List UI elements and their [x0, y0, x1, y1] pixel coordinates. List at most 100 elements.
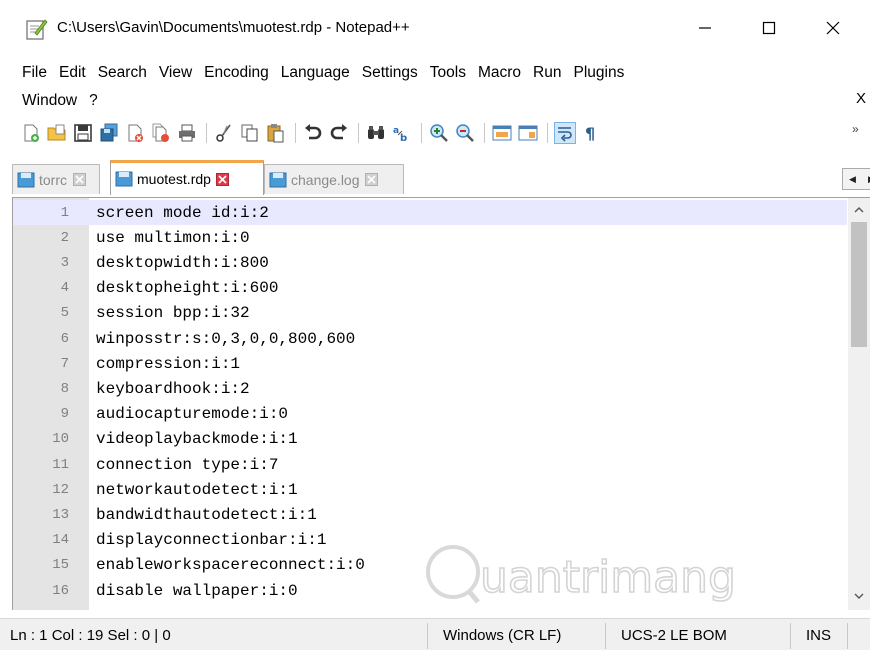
file-encoding[interactable]: UCS-2 LE BOM [621, 619, 727, 650]
line-text[interactable]: desktopwidth:i:800 [96, 254, 269, 272]
replace-icon: ab [393, 126, 407, 143]
zoom-in-button[interactable] [428, 122, 450, 144]
sync-scroll-horizontal-icon [518, 125, 538, 141]
menu-view[interactable]: View [153, 64, 198, 82]
menu-file[interactable]: File [0, 64, 53, 82]
sync-vertical-button[interactable] [491, 122, 513, 144]
save-button[interactable] [72, 122, 94, 144]
line-text[interactable]: displayconnectionbar:i:1 [96, 531, 326, 549]
menu-help[interactable]: ? [83, 92, 104, 110]
editor-line[interactable]: 13 bandwidthautodetect:i:1 [13, 502, 847, 527]
line-text[interactable]: compression:i:1 [96, 355, 240, 373]
line-text[interactable]: videoplaybackmode:i:1 [96, 430, 298, 448]
editor-line[interactable]: 9 audiocapturemode:i:0 [13, 402, 847, 427]
line-number: 11 [52, 456, 69, 473]
new-file-button[interactable] [20, 122, 42, 144]
tab-change-log[interactable]: change.log [264, 164, 404, 194]
menu-macro[interactable]: Macro [472, 64, 527, 82]
word-wrap-icon [558, 127, 572, 142]
maximize-button[interactable] [746, 8, 792, 48]
close-file-button[interactable] [124, 122, 146, 144]
undo-button[interactable] [302, 122, 324, 144]
zoom-out-button[interactable] [454, 122, 476, 144]
cursor-position: Ln : 1 Col : 19 Sel : 0 | 0 [10, 626, 171, 644]
editor[interactable]: 1 screen mode id:i:2 2 use multimon:i:0 3 des… [12, 197, 870, 610]
toolbar-separator [295, 123, 296, 143]
show-all-characters-button[interactable]: ¶ [580, 122, 602, 144]
find-button[interactable] [365, 122, 387, 144]
menu-encoding[interactable]: Encoding [198, 64, 275, 82]
line-text[interactable]: keyboardhook:i:2 [96, 380, 250, 398]
line-text[interactable]: winposstr:s:0,3,0,0,800,600 [96, 330, 355, 348]
menu-window[interactable]: Window [0, 92, 83, 110]
eol-format[interactable]: Windows (CR LF) [443, 619, 561, 650]
status-divider [847, 623, 848, 649]
close-all-button[interactable] [150, 122, 172, 144]
tab-close-icon[interactable] [216, 172, 230, 186]
line-text[interactable]: screen mode id:i:2 [96, 204, 269, 222]
editor-line[interactable]: 8 keyboardhook:i:2 [13, 376, 847, 401]
tab-scroll-left-icon[interactable]: ◀ [843, 169, 862, 189]
sync-horizontal-button[interactable] [517, 122, 539, 144]
scroll-up-icon[interactable] [848, 200, 870, 220]
close-document-button[interactable]: X [856, 90, 866, 107]
copy-button[interactable] [239, 122, 261, 144]
cut-button[interactable] [213, 122, 235, 144]
menu-run[interactable]: Run [527, 64, 567, 82]
insert-mode[interactable]: INS [806, 619, 831, 650]
line-text[interactable]: enableworkspacereconnect:i:0 [96, 556, 365, 574]
editor-line[interactable]: 14 displayconnectionbar:i:1 [13, 528, 847, 553]
editor-line[interactable]: 3 desktopwidth:i:800 [13, 250, 847, 275]
toolbar-separator [547, 123, 548, 143]
undo-icon [305, 124, 322, 140]
editor-line[interactable]: 10 videoplaybackmode:i:1 [13, 427, 847, 452]
scrollbar-thumb[interactable] [851, 222, 867, 347]
line-text[interactable]: audiocapturemode:i:0 [96, 405, 288, 423]
menu-language[interactable]: Language [275, 64, 356, 82]
tab-close-icon[interactable] [365, 173, 379, 187]
editor-line[interactable]: 11 connection type:i:7 [13, 452, 847, 477]
line-number: 6 [60, 330, 69, 347]
editor-line[interactable]: 15 enableworkspacereconnect:i:0 [13, 553, 847, 578]
tab-bar: torrc muotest.rdp change.log ◀ ▶ [12, 160, 870, 198]
tab-scroll-buttons: ◀ ▶ [842, 168, 870, 190]
tab-torrc[interactable]: torrc [12, 164, 100, 194]
word-wrap-button[interactable] [554, 122, 576, 144]
close-button[interactable] [810, 8, 856, 48]
line-text[interactable]: networkautodetect:i:1 [96, 481, 298, 499]
redo-button[interactable] [328, 122, 350, 144]
editor-line[interactable]: 7 compression:i:1 [13, 351, 847, 376]
scroll-down-icon[interactable] [848, 586, 870, 606]
menu-tools[interactable]: Tools [424, 64, 472, 82]
line-text[interactable]: session bpp:i:32 [96, 304, 250, 322]
save-all-button[interactable] [98, 122, 120, 144]
tab-close-icon[interactable] [72, 173, 86, 187]
editor-line[interactable]: 16 disable wallpaper:i:0 [13, 578, 847, 603]
editor-line[interactable]: 4 desktopheight:i:600 [13, 276, 847, 301]
menu-plugins[interactable]: Plugins [567, 64, 630, 82]
menu-search[interactable]: Search [92, 64, 153, 82]
print-button[interactable] [176, 122, 198, 144]
minimize-button[interactable] [682, 8, 728, 48]
line-text[interactable]: desktopheight:i:600 [96, 279, 278, 297]
menu-settings[interactable]: Settings [356, 64, 424, 82]
replace-button[interactable]: ab [391, 122, 413, 144]
vertical-scrollbar[interactable] [848, 198, 870, 610]
open-file-button[interactable] [46, 122, 68, 144]
editor-line[interactable]: 5 session bpp:i:32 [13, 301, 847, 326]
status-divider [790, 623, 791, 649]
editor-line[interactable]: 12 networkautodetect:i:1 [13, 477, 847, 502]
editor-line[interactable]: 6 winposstr:s:0,3,0,0,800,600 [13, 326, 847, 351]
editor-line[interactable]: 2 use multimon:i:0 [13, 225, 847, 250]
line-text[interactable]: connection type:i:7 [96, 456, 278, 474]
paste-button[interactable] [265, 122, 287, 144]
tab-scroll-right-icon[interactable]: ▶ [862, 169, 870, 189]
tab-muotest[interactable]: muotest.rdp [110, 160, 264, 195]
toolbar-overflow-button[interactable]: » [852, 122, 859, 136]
line-number: 15 [52, 557, 69, 574]
line-text[interactable]: disable wallpaper:i:0 [96, 582, 298, 600]
menu-edit[interactable]: Edit [53, 64, 92, 82]
line-text[interactable]: use multimon:i:0 [96, 229, 250, 247]
editor-line[interactable]: 1 screen mode id:i:2 [13, 200, 847, 225]
line-text[interactable]: bandwidthautodetect:i:1 [96, 506, 317, 524]
